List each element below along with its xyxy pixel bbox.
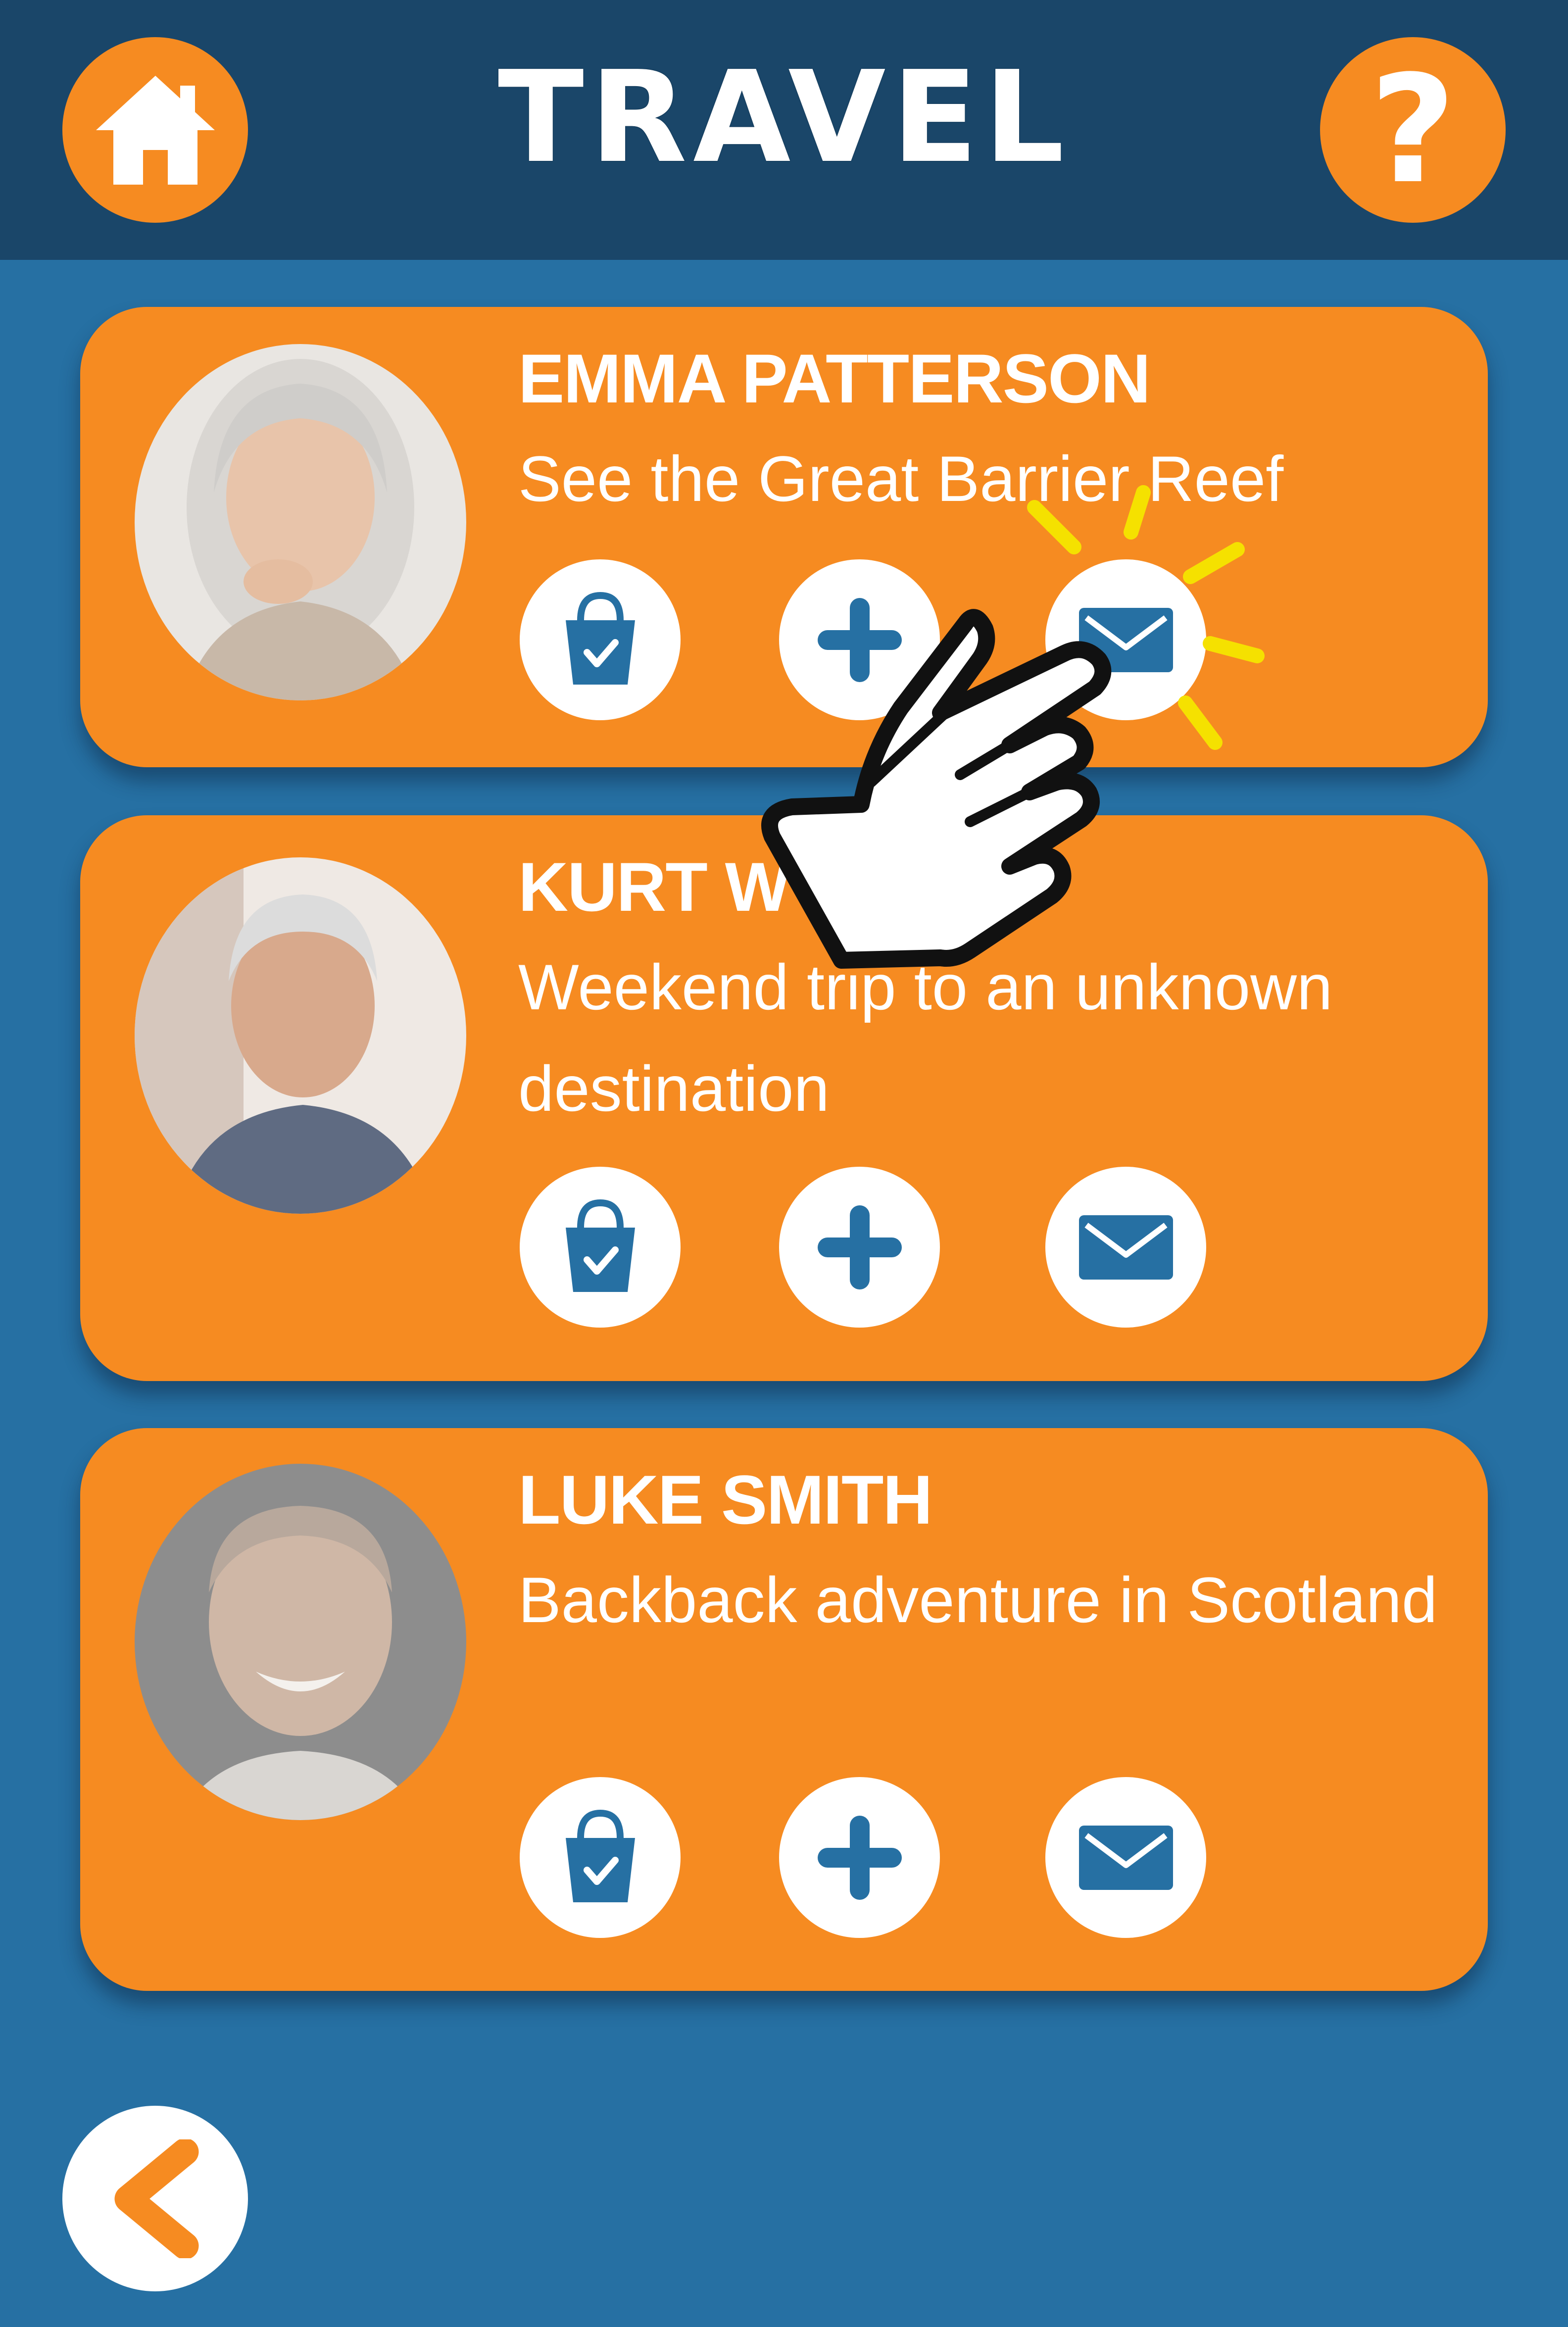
avatar bbox=[135, 857, 466, 1214]
basket-icon bbox=[565, 1809, 635, 1902]
basket-icon bbox=[565, 1199, 635, 1292]
mail-icon bbox=[1078, 1825, 1173, 1890]
plus-icon bbox=[817, 1815, 902, 1900]
basket-button[interactable] bbox=[520, 1167, 681, 1328]
message-button[interactable] bbox=[1045, 1167, 1206, 1328]
contact-name: EMMA PATTERSON bbox=[518, 340, 1151, 417]
plus-icon bbox=[817, 1205, 902, 1289]
avatar bbox=[135, 1464, 466, 1820]
chevron-left-icon bbox=[114, 2139, 198, 2258]
contact-name: LUKE SMITH bbox=[518, 1461, 933, 1538]
basket-icon bbox=[565, 592, 635, 685]
app-header: TRAVEL ? bbox=[0, 0, 1568, 260]
avatar bbox=[135, 344, 466, 700]
contact-description: Backback adventure in Scotland bbox=[518, 1564, 1438, 1636]
pointing-hand-icon bbox=[761, 609, 1112, 969]
contact-card[interactable]: LUKE SMITH Backback adventure in Scotlan… bbox=[80, 1428, 1488, 1991]
help-icon: ? bbox=[1370, 43, 1456, 216]
basket-button[interactable] bbox=[520, 559, 681, 720]
basket-button[interactable] bbox=[520, 1777, 681, 1938]
help-button[interactable]: ? bbox=[1320, 37, 1506, 223]
add-button[interactable] bbox=[779, 1167, 940, 1328]
add-button[interactable] bbox=[779, 1777, 940, 1938]
mail-icon bbox=[1078, 1215, 1173, 1280]
message-button[interactable] bbox=[1045, 1777, 1206, 1938]
back-button[interactable] bbox=[62, 2106, 248, 2291]
